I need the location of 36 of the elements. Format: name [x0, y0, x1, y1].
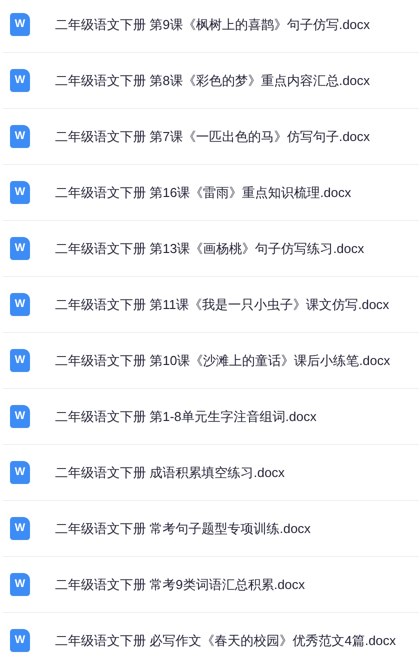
- file-row[interactable]: W 二年级语文下册 第16课《雷雨》重点知识梳理.docx: [3, 165, 419, 221]
- file-row[interactable]: W 二年级语文下册 第11课《我是一只小虫子》课文仿写.docx: [3, 277, 419, 333]
- word-document-icon: W: [10, 125, 30, 148]
- word-document-icon: W: [10, 629, 30, 652]
- file-name: 二年级语文下册 第16课《雷雨》重点知识梳理.docx: [55, 184, 352, 202]
- file-row[interactable]: W 二年级语文下册 第8课《彩色的梦》重点内容汇总.docx: [3, 53, 419, 109]
- word-document-icon: W: [10, 405, 30, 428]
- word-document-icon: W: [10, 293, 30, 316]
- file-name: 二年级语文下册 第13课《画杨桃》句子仿写练习.docx: [55, 240, 364, 258]
- word-document-icon: W: [10, 517, 30, 540]
- word-document-icon: W: [10, 13, 30, 36]
- file-row[interactable]: W 二年级语文下册 第9课《枫树上的喜鹊》句子仿写.docx: [3, 0, 419, 53]
- file-row[interactable]: W 二年级语文下册 常考句子题型专项训练.docx: [3, 501, 419, 557]
- file-name: 二年级语文下册 第8课《彩色的梦》重点内容汇总.docx: [55, 72, 370, 90]
- file-row[interactable]: W 二年级语文下册 第7课《一匹出色的马》仿写句子.docx: [3, 109, 419, 165]
- file-row[interactable]: W 二年级语文下册 第1-8单元生字注音组词.docx: [3, 389, 419, 445]
- word-document-icon: W: [10, 573, 30, 596]
- word-document-icon: W: [10, 349, 30, 372]
- word-document-icon: W: [10, 461, 30, 484]
- word-document-icon: W: [10, 69, 30, 92]
- file-row[interactable]: W 二年级语文下册 第10课《沙滩上的童话》课后小练笔.docx: [3, 333, 419, 389]
- file-name: 二年级语文下册 第9课《枫树上的喜鹊》句子仿写.docx: [55, 16, 370, 34]
- file-name: 二年级语文下册 必写作文《春天的校园》优秀范文4篇.docx: [55, 632, 396, 650]
- word-document-icon: W: [10, 181, 30, 204]
- file-name: 二年级语文下册 第11课《我是一只小虫子》课文仿写.docx: [55, 296, 390, 314]
- file-row[interactable]: W 二年级语文下册 必写作文《春天的校园》优秀范文4篇.docx: [3, 613, 419, 656]
- file-name: 二年级语文下册 成语积累填空练习.docx: [55, 464, 285, 482]
- file-name: 二年级语文下册 常考句子题型专项训练.docx: [55, 520, 311, 538]
- file-name: 二年级语文下册 第7课《一匹出色的马》仿写句子.docx: [55, 128, 370, 146]
- file-row[interactable]: W 二年级语文下册 常考9类词语汇总积累.docx: [3, 557, 419, 613]
- file-name: 二年级语文下册 第10课《沙滩上的童话》课后小练笔.docx: [55, 352, 390, 370]
- file-row[interactable]: W 二年级语文下册 第13课《画杨桃》句子仿写练习.docx: [3, 221, 419, 277]
- word-document-icon: W: [10, 237, 30, 260]
- file-row[interactable]: W 二年级语文下册 成语积累填空练习.docx: [3, 445, 419, 501]
- file-name: 二年级语文下册 第1-8单元生字注音组词.docx: [55, 408, 316, 426]
- file-name: 二年级语文下册 常考9类词语汇总积累.docx: [55, 576, 305, 594]
